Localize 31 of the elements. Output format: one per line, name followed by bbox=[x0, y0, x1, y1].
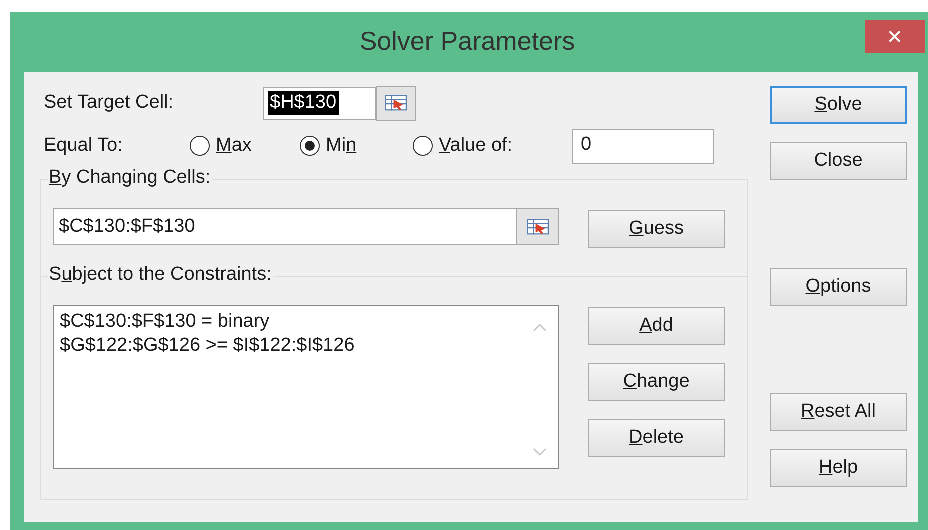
window-title: Solver Parameters bbox=[358, 25, 576, 57]
radio-button[interactable]: Max bbox=[190, 135, 300, 157]
dialog-button[interactable]: Help bbox=[770, 449, 907, 487]
group-label: By Changing Cells: bbox=[48, 167, 212, 189]
guess-button[interactable]: Guess bbox=[588, 210, 725, 248]
cell-picker-button[interactable] bbox=[376, 86, 416, 120]
group-label: Subject to the Constraints: bbox=[48, 264, 273, 286]
dialog-button[interactable]: Delete bbox=[588, 419, 725, 457]
field-label: Set Target Cell: bbox=[44, 92, 175, 114]
constraint-item[interactable]: $G$122:$G$126 >= $I$122:$I$126 bbox=[60, 334, 516, 358]
cell-picker-button[interactable] bbox=[516, 208, 559, 245]
close-button[interactable]: ✕ bbox=[865, 20, 925, 53]
field-value: $H$130 bbox=[268, 91, 339, 115]
dialog-button[interactable]: Solve bbox=[770, 86, 907, 124]
constraints-list[interactable]: $C$130:$F$130 = binary $G$122:$G$126 >= $I$122:$I$126 bbox=[53, 305, 559, 469]
dialog-button[interactable]: Options bbox=[770, 268, 907, 306]
changing-cells-field[interactable]: $C$130:$F$130 bbox=[53, 208, 516, 245]
scroll-up-icon[interactable] bbox=[533, 324, 547, 332]
field-label: Equal To: bbox=[44, 135, 124, 157]
constraint-item[interactable]: $C$130:$F$130 = binary bbox=[60, 310, 516, 334]
radio-button[interactable]: Min bbox=[300, 135, 413, 157]
dialog-button[interactable]: Change bbox=[588, 363, 725, 401]
dialog-button[interactable]: Close bbox=[770, 142, 907, 180]
dialog-button[interactable]: Add bbox=[588, 307, 725, 345]
target-cell-field[interactable]: $H$130 bbox=[263, 86, 376, 120]
dialog-button[interactable]: Reset All bbox=[770, 393, 907, 431]
value-field[interactable]: 0 bbox=[572, 128, 714, 164]
range-select-icon bbox=[385, 95, 407, 111]
radio-button[interactable]: Value of: bbox=[413, 135, 573, 157]
scroll-down-icon[interactable] bbox=[533, 448, 547, 456]
range-select-icon bbox=[526, 218, 548, 234]
